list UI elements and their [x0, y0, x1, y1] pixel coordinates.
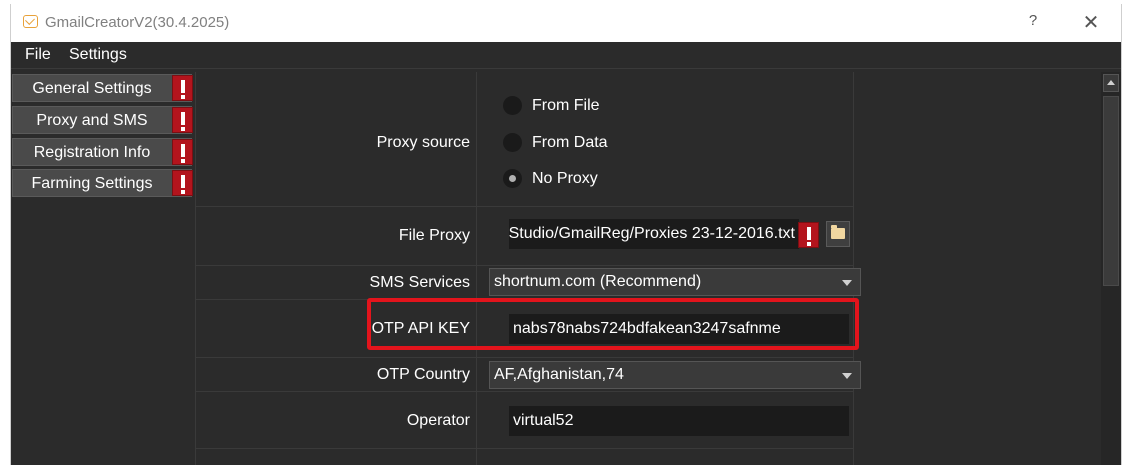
divider [195, 265, 853, 266]
sidebar-item-proxy-and-sms[interactable]: Proxy and SMS [12, 106, 192, 134]
file-proxy-label: File Proxy [398, 227, 470, 244]
sms-services-value: shortnum.com (Recommend) [494, 273, 702, 290]
operator-label: Operator [406, 412, 470, 429]
sidebar-item-general-settings[interactable]: General Settings [12, 74, 192, 102]
otp-api-key-label: OTP API KEY [371, 320, 470, 337]
settings-panel: Proxy source From File From Data No Prox… [195, 72, 1101, 465]
chevron-down-icon [842, 280, 852, 286]
help-button[interactable]: ? [1023, 12, 1043, 34]
vertical-scrollbar[interactable] [1101, 72, 1121, 465]
warning-icon [798, 222, 819, 248]
radio-label-no-proxy: No Proxy [532, 170, 598, 187]
close-button[interactable]: ✕ [1079, 11, 1103, 35]
radio-label-from-file: From File [532, 97, 600, 114]
warning-icon [172, 107, 193, 133]
operator-input[interactable]: virtual52 [509, 406, 849, 436]
radio-no-proxy[interactable] [503, 169, 522, 188]
warning-icon [172, 139, 193, 165]
divider [476, 72, 477, 465]
warning-icon [172, 75, 193, 101]
divider [195, 391, 853, 392]
menu-settings[interactable]: Settings [69, 46, 127, 64]
otp-country-value: AF,Afghanistan,74 [494, 366, 624, 383]
divider [195, 448, 853, 449]
operator-value: virtual52 [513, 412, 574, 429]
sidebar-item-label: General Settings [32, 80, 152, 97]
scrollbar-thumb[interactable] [1103, 96, 1119, 286]
title-bar: GmailCreatorV2(30.4.2025) ? ✕ [11, 4, 1121, 42]
otp-country-label: OTP Country [376, 366, 470, 383]
sidebar-item-farming-settings[interactable]: Farming Settings [12, 169, 192, 197]
radio-from-file[interactable] [503, 96, 522, 115]
file-proxy-value: G:/Studio/GmailReg/Proxies 23-12-2016.tx… [509, 225, 795, 242]
otp-api-key-value: nabs78nabs724bdfakean3247safnme [513, 320, 781, 337]
sidebar-item-label: Proxy and SMS [36, 112, 148, 129]
browse-file-button[interactable] [826, 221, 850, 247]
folder-icon [831, 225, 845, 239]
divider [195, 299, 853, 300]
sms-services-label: SMS Services [369, 274, 470, 291]
app-window: GmailCreatorV2(30.4.2025) ? ✕ File Setti… [10, 4, 1122, 465]
proxy-source-label: Proxy source [376, 134, 470, 151]
scroll-up-button[interactable] [1103, 74, 1119, 92]
divider [195, 357, 853, 358]
menu-file[interactable]: File [25, 46, 51, 64]
sms-services-select[interactable]: shortnum.com (Recommend) [489, 268, 861, 296]
radio-from-data[interactable] [503, 133, 522, 152]
divider [195, 72, 196, 465]
radio-label-from-data: From Data [532, 134, 608, 151]
otp-api-key-input[interactable]: nabs78nabs724bdfakean3247safnme [509, 314, 849, 344]
chevron-down-icon [842, 373, 852, 379]
divider [195, 206, 853, 207]
sidebar-item-label: Farming Settings [31, 175, 153, 192]
app-icon [23, 15, 38, 28]
file-proxy-input[interactable]: G:/Studio/GmailReg/Proxies 23-12-2016.tx… [509, 219, 799, 249]
otp-country-select[interactable]: AF,Afghanistan,74 [489, 361, 861, 389]
sidebar-item-registration-info[interactable]: Registration Info [12, 138, 192, 166]
window-title: GmailCreatorV2(30.4.2025) [45, 14, 230, 31]
menu-bar: File Settings [11, 42, 1121, 69]
warning-icon [172, 170, 193, 196]
sidebar-item-label: Registration Info [33, 144, 151, 161]
